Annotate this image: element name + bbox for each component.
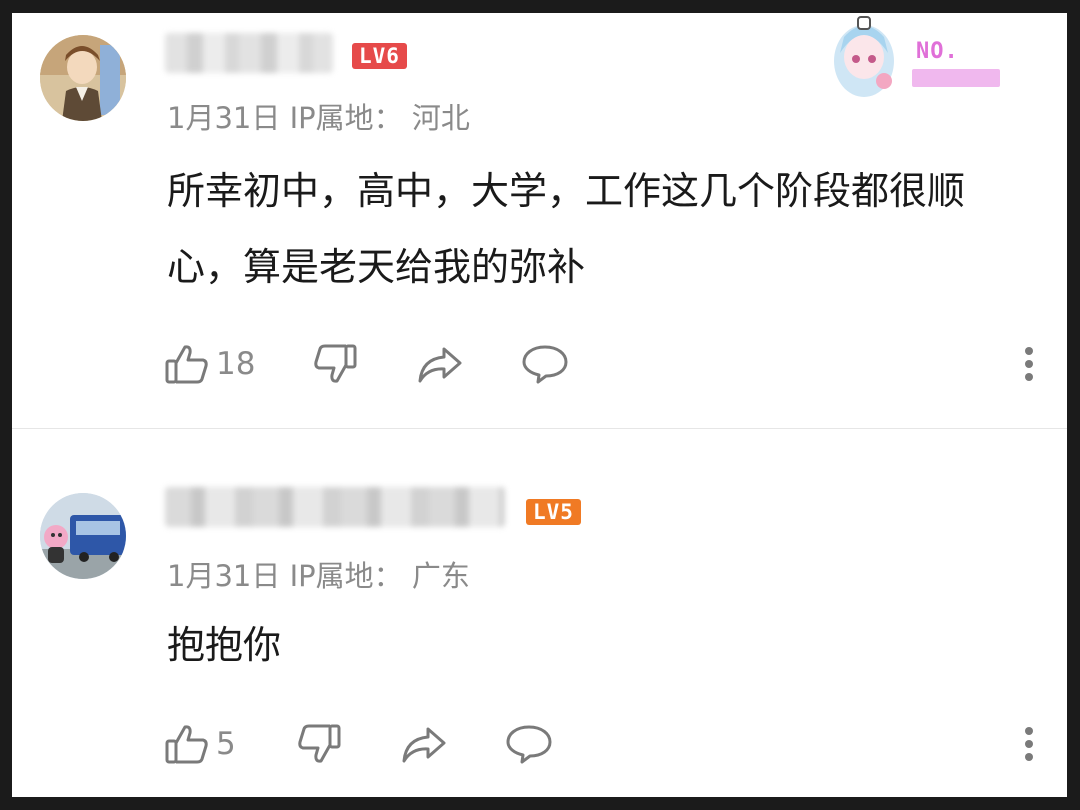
comment-list: LV6 NO. 1月31日 IP属地： 河北 所幸初中，高中，大学，工作这几个阶…: [12, 13, 1067, 797]
avatar[interactable]: [40, 493, 126, 579]
level-badge: LV6: [352, 43, 407, 69]
share-icon: [400, 721, 448, 767]
thumbs-up-icon: [164, 721, 210, 767]
comment-meta: 1月31日 IP属地： 广东: [167, 553, 470, 595]
more-icon[interactable]: [1014, 339, 1044, 389]
comment-item: LV6 NO. 1月31日 IP属地： 河北 所幸初中，高中，大学，工作这几个阶…: [12, 13, 1067, 428]
like-count: 18: [216, 346, 256, 382]
badge-number-label: NO.: [916, 39, 959, 64]
dislike-button[interactable]: [312, 339, 358, 389]
comment-item: LV5 1月31日 IP属地： 广东 抱抱你 5: [12, 429, 1067, 797]
level-badge: LV5: [526, 499, 581, 525]
like-count: 5: [216, 726, 236, 762]
like-button[interactable]: 18: [164, 339, 255, 389]
comment-date: 1月31日: [167, 559, 281, 593]
thumbs-up-icon: [164, 341, 210, 387]
ip-location: 广东: [411, 559, 470, 593]
share-button[interactable]: [416, 339, 464, 389]
comment-icon: [520, 341, 570, 387]
ip-label: IP属地：: [289, 101, 403, 135]
like-button[interactable]: 5: [164, 719, 236, 769]
comment-actions: 5: [164, 719, 1044, 769]
more-icon[interactable]: [1014, 719, 1044, 769]
ip-label: IP属地：: [289, 559, 403, 593]
username-blurred[interactable]: [165, 33, 333, 73]
fan-badge-avatar: [824, 13, 904, 101]
share-button[interactable]: [400, 719, 448, 769]
thumbs-down-icon: [312, 341, 358, 387]
badge-number-blurred: [912, 69, 1000, 87]
avatar[interactable]: [40, 35, 126, 121]
reply-button[interactable]: [504, 719, 554, 769]
comment-icon: [504, 721, 554, 767]
username-blurred[interactable]: [165, 487, 505, 527]
share-icon: [416, 341, 464, 387]
comment-text: 抱抱你: [167, 623, 282, 667]
thumbs-down-icon: [296, 721, 342, 767]
ip-location: 河北: [411, 101, 470, 135]
comment-actions: 18: [164, 339, 1044, 389]
comment-text: 所幸初中，高中，大学，工作这几个阶段都很顺心，算是老天给我的弥补: [167, 169, 966, 289]
comment-meta: 1月31日 IP属地： 河北: [167, 95, 470, 137]
dislike-button[interactable]: [296, 719, 342, 769]
comment-date: 1月31日: [167, 101, 281, 135]
reply-button[interactable]: [520, 339, 570, 389]
